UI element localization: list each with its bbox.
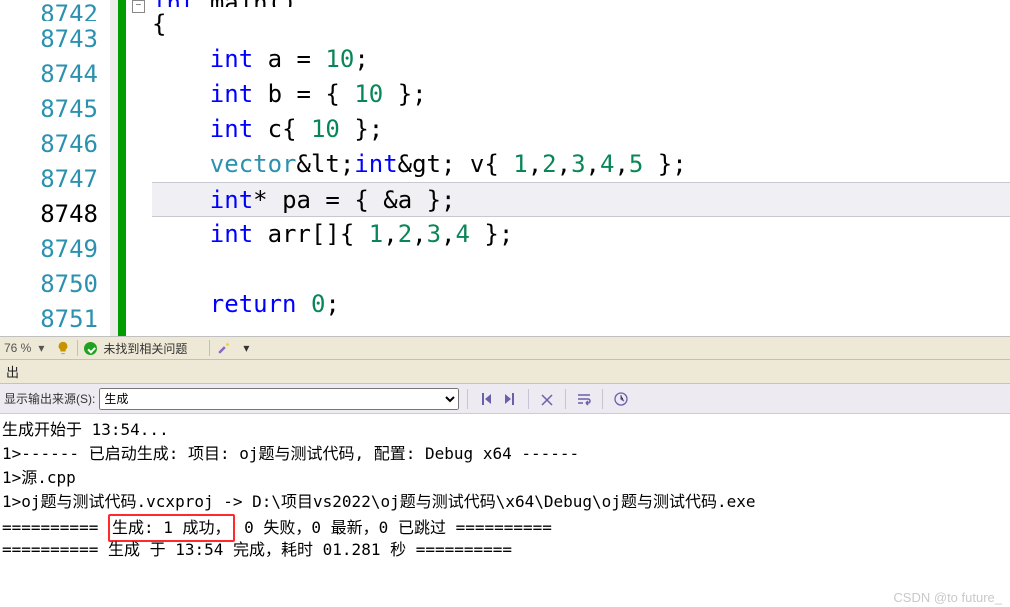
output-line: 1>源.cpp xyxy=(2,466,1008,490)
watermark-text: CSDN @to future_ xyxy=(893,590,1002,605)
code-line[interactable]: { xyxy=(152,7,1010,42)
output-source-select[interactable]: 生成 xyxy=(99,388,459,410)
code-line[interactable]: int c{ 10 }; xyxy=(152,112,1010,147)
brush-icon[interactable] xyxy=(216,340,232,356)
word-wrap-icon[interactable] xyxy=(574,389,594,409)
prev-message-icon[interactable] xyxy=(476,389,496,409)
fold-toggle-icon[interactable]: − xyxy=(132,0,145,13)
output-line: 1>oj题与测试代码.vcxproj -> D:\项目vs2022\oj题与测试… xyxy=(2,490,1008,514)
line-number: 8743 xyxy=(0,21,110,56)
code-line[interactable]: int b = { 10 }; xyxy=(152,77,1010,112)
zoom-value: 76 % xyxy=(4,341,31,355)
output-toolbar: 显示输出来源(S): 生成 xyxy=(0,384,1010,414)
line-number: 8748 xyxy=(0,196,110,231)
check-icon xyxy=(84,342,97,355)
code-line[interactable]: return 0; xyxy=(152,287,1010,322)
output-title-text: 出 xyxy=(6,362,19,381)
line-number: 8750 xyxy=(0,266,110,301)
line-number: 8744 xyxy=(0,56,110,91)
code-line[interactable]: int main() xyxy=(152,0,1010,7)
code-line[interactable]: int* pa = { &a }; xyxy=(152,182,1010,217)
next-message-icon[interactable] xyxy=(500,389,520,409)
code-line[interactable]: int arr[]{ 1,2,3,4 }; xyxy=(152,217,1010,252)
chevron-down-icon[interactable]: ▾ xyxy=(238,340,254,356)
line-number: 8749 xyxy=(0,231,110,266)
code-editor[interactable]: 8742874387448745874687478748874987508751… xyxy=(0,0,1010,336)
code-line[interactable]: int a = 10; xyxy=(152,42,1010,77)
line-number: 8742 xyxy=(0,0,110,21)
clock-icon[interactable] xyxy=(611,389,631,409)
output-panel-title[interactable]: 出 xyxy=(0,360,1010,384)
code-area[interactable]: int main(){ int a = 10; int b = { 10 }; … xyxy=(152,0,1010,336)
line-number: 8751 xyxy=(0,301,110,336)
output-line: 1>------ 已启动生成: 项目: oj题与测试代码, 配置: Debug … xyxy=(2,442,1008,466)
chevron-down-icon[interactable]: ▾ xyxy=(33,340,49,356)
line-number: 8746 xyxy=(0,126,110,161)
editor-status-bar: 76 % ▾ 未找到相关问题 ▾ xyxy=(0,336,1010,360)
output-source-label: 显示输出来源(S): xyxy=(4,390,95,407)
code-line[interactable]: vector&lt;int&gt; v{ 1,2,3,4,5 }; xyxy=(152,147,1010,182)
output-line: 生成开始于 13:54... xyxy=(2,418,1008,442)
change-indicator xyxy=(118,0,126,336)
line-number-gutter: 8742874387448745874687478748874987508751 xyxy=(0,0,110,336)
output-line: ========== 生成: 1 成功， 0 失败，0 最新，0 已跳过 ===… xyxy=(2,514,1008,538)
clear-all-icon[interactable] xyxy=(537,389,557,409)
output-line: ========== 生成 于 13:54 完成，耗时 01.281 秒 ===… xyxy=(2,538,1008,562)
issues-text: 未找到相关问题 xyxy=(103,340,187,357)
zoom-level[interactable]: 76 % ▾ xyxy=(4,340,49,356)
code-line[interactable] xyxy=(152,252,1010,287)
output-text[interactable]: 生成开始于 13:54...1>------ 已启动生成: 项目: oj题与测试… xyxy=(0,414,1010,607)
lightbulb-icon[interactable] xyxy=(55,340,71,356)
fold-margin[interactable]: − xyxy=(126,0,152,336)
line-number: 8747 xyxy=(0,161,110,196)
line-number: 8745 xyxy=(0,91,110,126)
breakpoint-margin[interactable] xyxy=(110,0,118,336)
